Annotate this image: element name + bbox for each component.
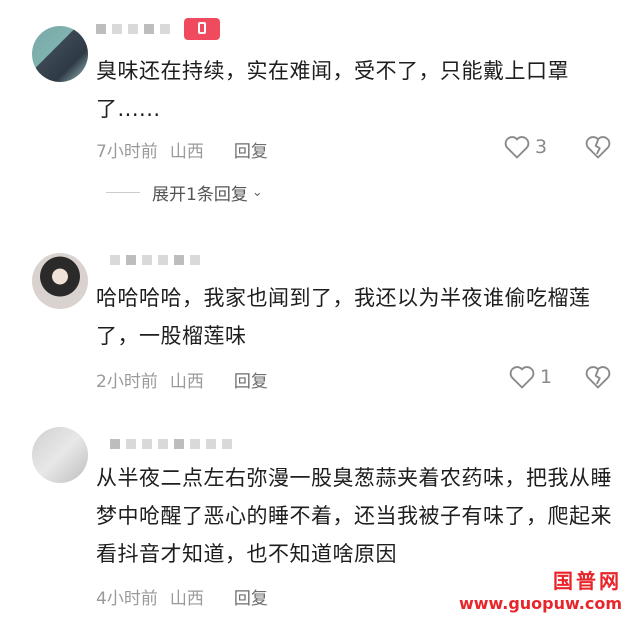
username-redacted <box>110 253 200 267</box>
comment-location: 山西 <box>169 589 204 609</box>
username-redacted <box>96 18 220 40</box>
broken-heart-icon[interactable] <box>584 364 612 390</box>
comment-time: 2小时前 <box>96 372 158 392</box>
expand-replies-button[interactable]: 展开1条回复 ⌄ <box>106 180 263 205</box>
heart-outline-icon <box>509 366 535 389</box>
divider-line <box>106 192 140 193</box>
comment-item: 哈哈哈哈，我家也闻到了，我还以为半夜谁偷吃榴莲了，一股榴莲味 2小时前 山西 回… <box>0 215 640 415</box>
username-redacted <box>110 437 232 451</box>
chevron-down-icon: ⌄ <box>251 185 263 200</box>
reply-button[interactable]: 回复 <box>234 584 268 609</box>
reply-button[interactable]: 回复 <box>234 137 268 162</box>
comment-location: 山西 <box>169 142 204 162</box>
watermark: 国普网 www.guopuw.com <box>459 565 622 613</box>
like-count: 3 <box>535 136 548 158</box>
avatar[interactable] <box>32 26 88 82</box>
comment-time: 7小时前 <box>96 142 158 162</box>
avatar[interactable] <box>32 427 88 483</box>
comment-text: 从半夜二点左右弥漫一股臭葱蒜夹着农药味，把我从睡梦中呛醒了恶心的睡不着，还当我被… <box>96 466 612 566</box>
broken-heart-icon[interactable] <box>584 134 612 160</box>
comment-item: 臭味还在持续，实在难闻，受不了，只能戴上口罩了...... 7小时前 山西 回复… <box>0 0 640 215</box>
like-button[interactable]: 1 <box>508 364 552 390</box>
like-count: 1 <box>540 366 553 388</box>
comment-meta: 2小时前 山西 回复 <box>96 367 268 392</box>
watermark-title: 国普网 <box>553 569 622 593</box>
comment-text: 臭味还在持续，实在难闻，受不了，只能戴上口罩了...... <box>96 59 569 121</box>
watermark-url: www.guopuw.com <box>458 594 622 613</box>
comment-text: 哈哈哈哈，我家也闻到了，我还以为半夜谁偷吃榴莲了，一股榴莲味 <box>96 286 591 348</box>
author-badge <box>184 18 220 40</box>
avatar[interactable] <box>32 253 88 309</box>
comment-time: 4小时前 <box>96 589 158 609</box>
expand-replies-label: 展开1条回复 <box>152 185 248 205</box>
heart-outline-icon <box>504 136 530 159</box>
reply-button[interactable]: 回复 <box>234 367 268 392</box>
like-button[interactable]: 3 <box>503 134 547 160</box>
comment-meta: 4小时前 山西 回复 <box>96 584 268 609</box>
comment-location: 山西 <box>169 372 204 392</box>
comment-meta: 7小时前 山西 回复 <box>96 137 268 162</box>
